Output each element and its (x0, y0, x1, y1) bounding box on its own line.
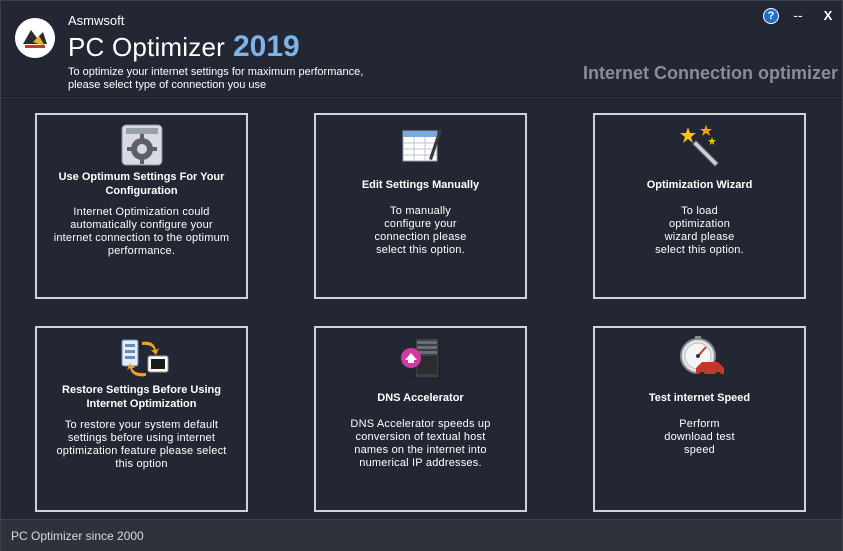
card-edit-settings[interactable]: Edit Settings Manually To manually confi… (314, 113, 527, 299)
status-text: PC Optimizer since 2000 (11, 529, 144, 543)
close-button[interactable]: X (821, 8, 835, 23)
card-desc-line: numerical IP addresses. (359, 457, 482, 469)
magic-wand-icon (678, 123, 722, 167)
card-desc-line: settings before using internet (67, 432, 216, 444)
card-desc-line: speed (684, 444, 715, 456)
app-title: PC Optimizer (68, 32, 225, 62)
app-logo-icon (15, 18, 55, 58)
card-desc-line: select this option. (655, 244, 744, 256)
card-title: Restore Settings Before Using Internet O… (45, 383, 238, 411)
card-desc-line: DNS Accelerator speeds up (350, 418, 491, 430)
card-desc-line: select this option. (376, 244, 465, 256)
card-description: Internet Optimization could automaticall… (41, 206, 242, 258)
instructions-line-1: To optimize your internet settings for m… (68, 66, 364, 78)
card-description: To restore your system default settings … (41, 419, 242, 471)
card-desc-line: automatically configure your (70, 219, 213, 231)
app-window: Asmwsoft PC Optimizer 2019 To optimize y… (0, 0, 843, 551)
card-restore-settings[interactable]: Restore Settings Before Using Internet O… (35, 326, 248, 512)
card-desc-line: optimization feature please select (56, 445, 227, 457)
header-divider (1, 96, 842, 98)
help-button[interactable]: ? (763, 8, 779, 24)
card-optimum-settings[interactable]: Use Optimum Settings For Your Configurat… (35, 113, 248, 299)
card-desc-line: To manually (390, 205, 451, 217)
restore-arrows-icon (120, 336, 168, 380)
card-title-line: Internet Optimization (86, 398, 197, 410)
card-description: Perform download test speed (599, 418, 800, 457)
card-title: Test internet Speed (648, 392, 751, 404)
card-desc-line: Internet Optimization could (73, 206, 210, 218)
card-desc-line: download test (664, 431, 735, 443)
card-description: DNS Accelerator speeds up conversion of … (320, 418, 521, 470)
instructions-line-2: please select type of connection you use (68, 79, 267, 91)
card-desc-line: names on the internet into (354, 444, 487, 456)
status-bar: PC Optimizer since 2000 (1, 519, 842, 551)
card-title-line: Use Optimum Settings For Your (58, 171, 225, 183)
card-description: To load optimization wizard please selec… (599, 205, 800, 257)
card-test-speed[interactable]: Test internet Speed Perform download tes… (593, 326, 806, 512)
card-desc-line: this option (115, 458, 168, 470)
card-title: Use Optimum Settings For Your Configurat… (45, 170, 238, 198)
card-desc-line: To load (681, 205, 718, 217)
card-desc-line: wizard please (664, 231, 735, 243)
vendor-name: Asmwsoft (68, 13, 125, 28)
gear-settings-icon (120, 123, 164, 167)
card-title-line: Restore Settings Before Using (62, 384, 221, 396)
card-optimization-wizard[interactable]: Optimization Wizard To load optimization… (593, 113, 806, 299)
card-title: Edit Settings Manually (361, 179, 480, 191)
server-icon (399, 336, 443, 380)
app-year: 2019 (233, 30, 300, 63)
card-description: To manually configure your connection pl… (320, 205, 521, 257)
card-desc-line: performance. (107, 245, 176, 257)
speedometer-car-icon (678, 336, 724, 380)
card-desc-line: internet connection to the optimum (53, 232, 230, 244)
card-desc-line: optimization (668, 218, 731, 230)
spreadsheet-pen-icon (399, 123, 443, 167)
instructions-text: To optimize your internet settings for m… (68, 66, 368, 92)
card-desc-line: connection please (374, 231, 467, 243)
card-desc-line: To restore your system default (64, 419, 219, 431)
card-title: Optimization Wizard (646, 179, 753, 191)
card-desc-line: conversion of textual host (355, 431, 486, 443)
card-title: DNS Accelerator (377, 392, 464, 404)
card-title-line: Configuration (105, 185, 178, 197)
minimize-button[interactable]: -- (791, 7, 805, 23)
card-desc-line: Perform (679, 418, 720, 430)
card-desc-line: configure your (384, 218, 457, 230)
card-dns-accelerator[interactable]: DNS Accelerator DNS Accelerator speeds u… (314, 326, 527, 512)
section-title: Internet Connection optimizer (582, 63, 838, 83)
